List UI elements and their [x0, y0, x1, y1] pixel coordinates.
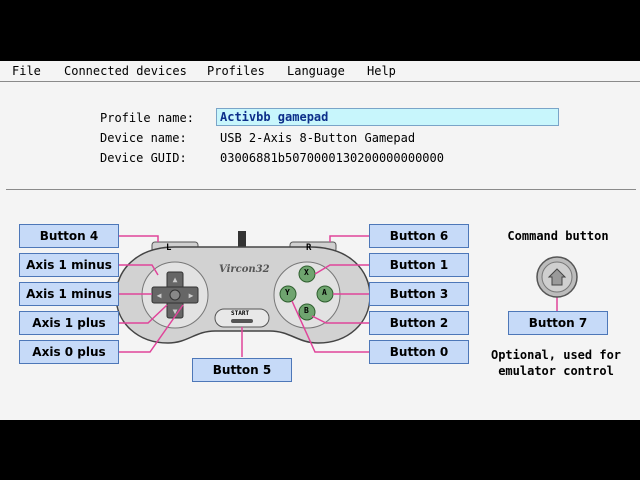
- map-right-2-button[interactable]: Button 3: [369, 282, 469, 306]
- command-note-line2: emulator control: [498, 364, 614, 378]
- svg-text:▶: ▶: [189, 291, 194, 300]
- shoulder-label-left: L: [166, 243, 172, 253]
- map-left-1-button[interactable]: Axis 1 minus: [19, 253, 119, 277]
- map-left-3-button[interactable]: Axis 1 plus: [19, 311, 119, 335]
- svg-text:▲: ▲: [173, 275, 178, 284]
- svg-text:◀: ◀: [157, 291, 162, 300]
- map-command-button[interactable]: Button 7: [508, 311, 608, 335]
- command-note-line1: Optional, used for: [490, 348, 622, 362]
- map-start-button[interactable]: Button 5: [192, 358, 292, 382]
- face-label-x: X: [304, 268, 309, 277]
- start-label: START: [231, 310, 250, 317]
- map-left-0-button[interactable]: Button 4: [19, 224, 119, 248]
- map-right-4-button[interactable]: Button 0: [369, 340, 469, 364]
- command-button-title: Command button: [507, 229, 609, 243]
- map-right-0-button[interactable]: Button 6: [369, 224, 469, 248]
- face-label-a: A: [322, 288, 327, 297]
- face-label-b: B: [304, 306, 309, 315]
- map-right-1-button[interactable]: Button 1: [369, 253, 469, 277]
- map-right-3-button[interactable]: Button 2: [369, 311, 469, 335]
- shoulder-label-right: R: [306, 243, 312, 253]
- map-left-2-button[interactable]: Axis 1 minus: [19, 282, 119, 306]
- gamepad-logo: Vircon32: [219, 264, 270, 275]
- home-icon: [547, 268, 567, 286]
- face-label-y: Y: [285, 288, 290, 297]
- app-window: File Connected devices Profiles Language…: [0, 61, 640, 420]
- gamepad-cable: [238, 231, 246, 247]
- map-left-4-button[interactable]: Axis 0 plus: [19, 340, 119, 364]
